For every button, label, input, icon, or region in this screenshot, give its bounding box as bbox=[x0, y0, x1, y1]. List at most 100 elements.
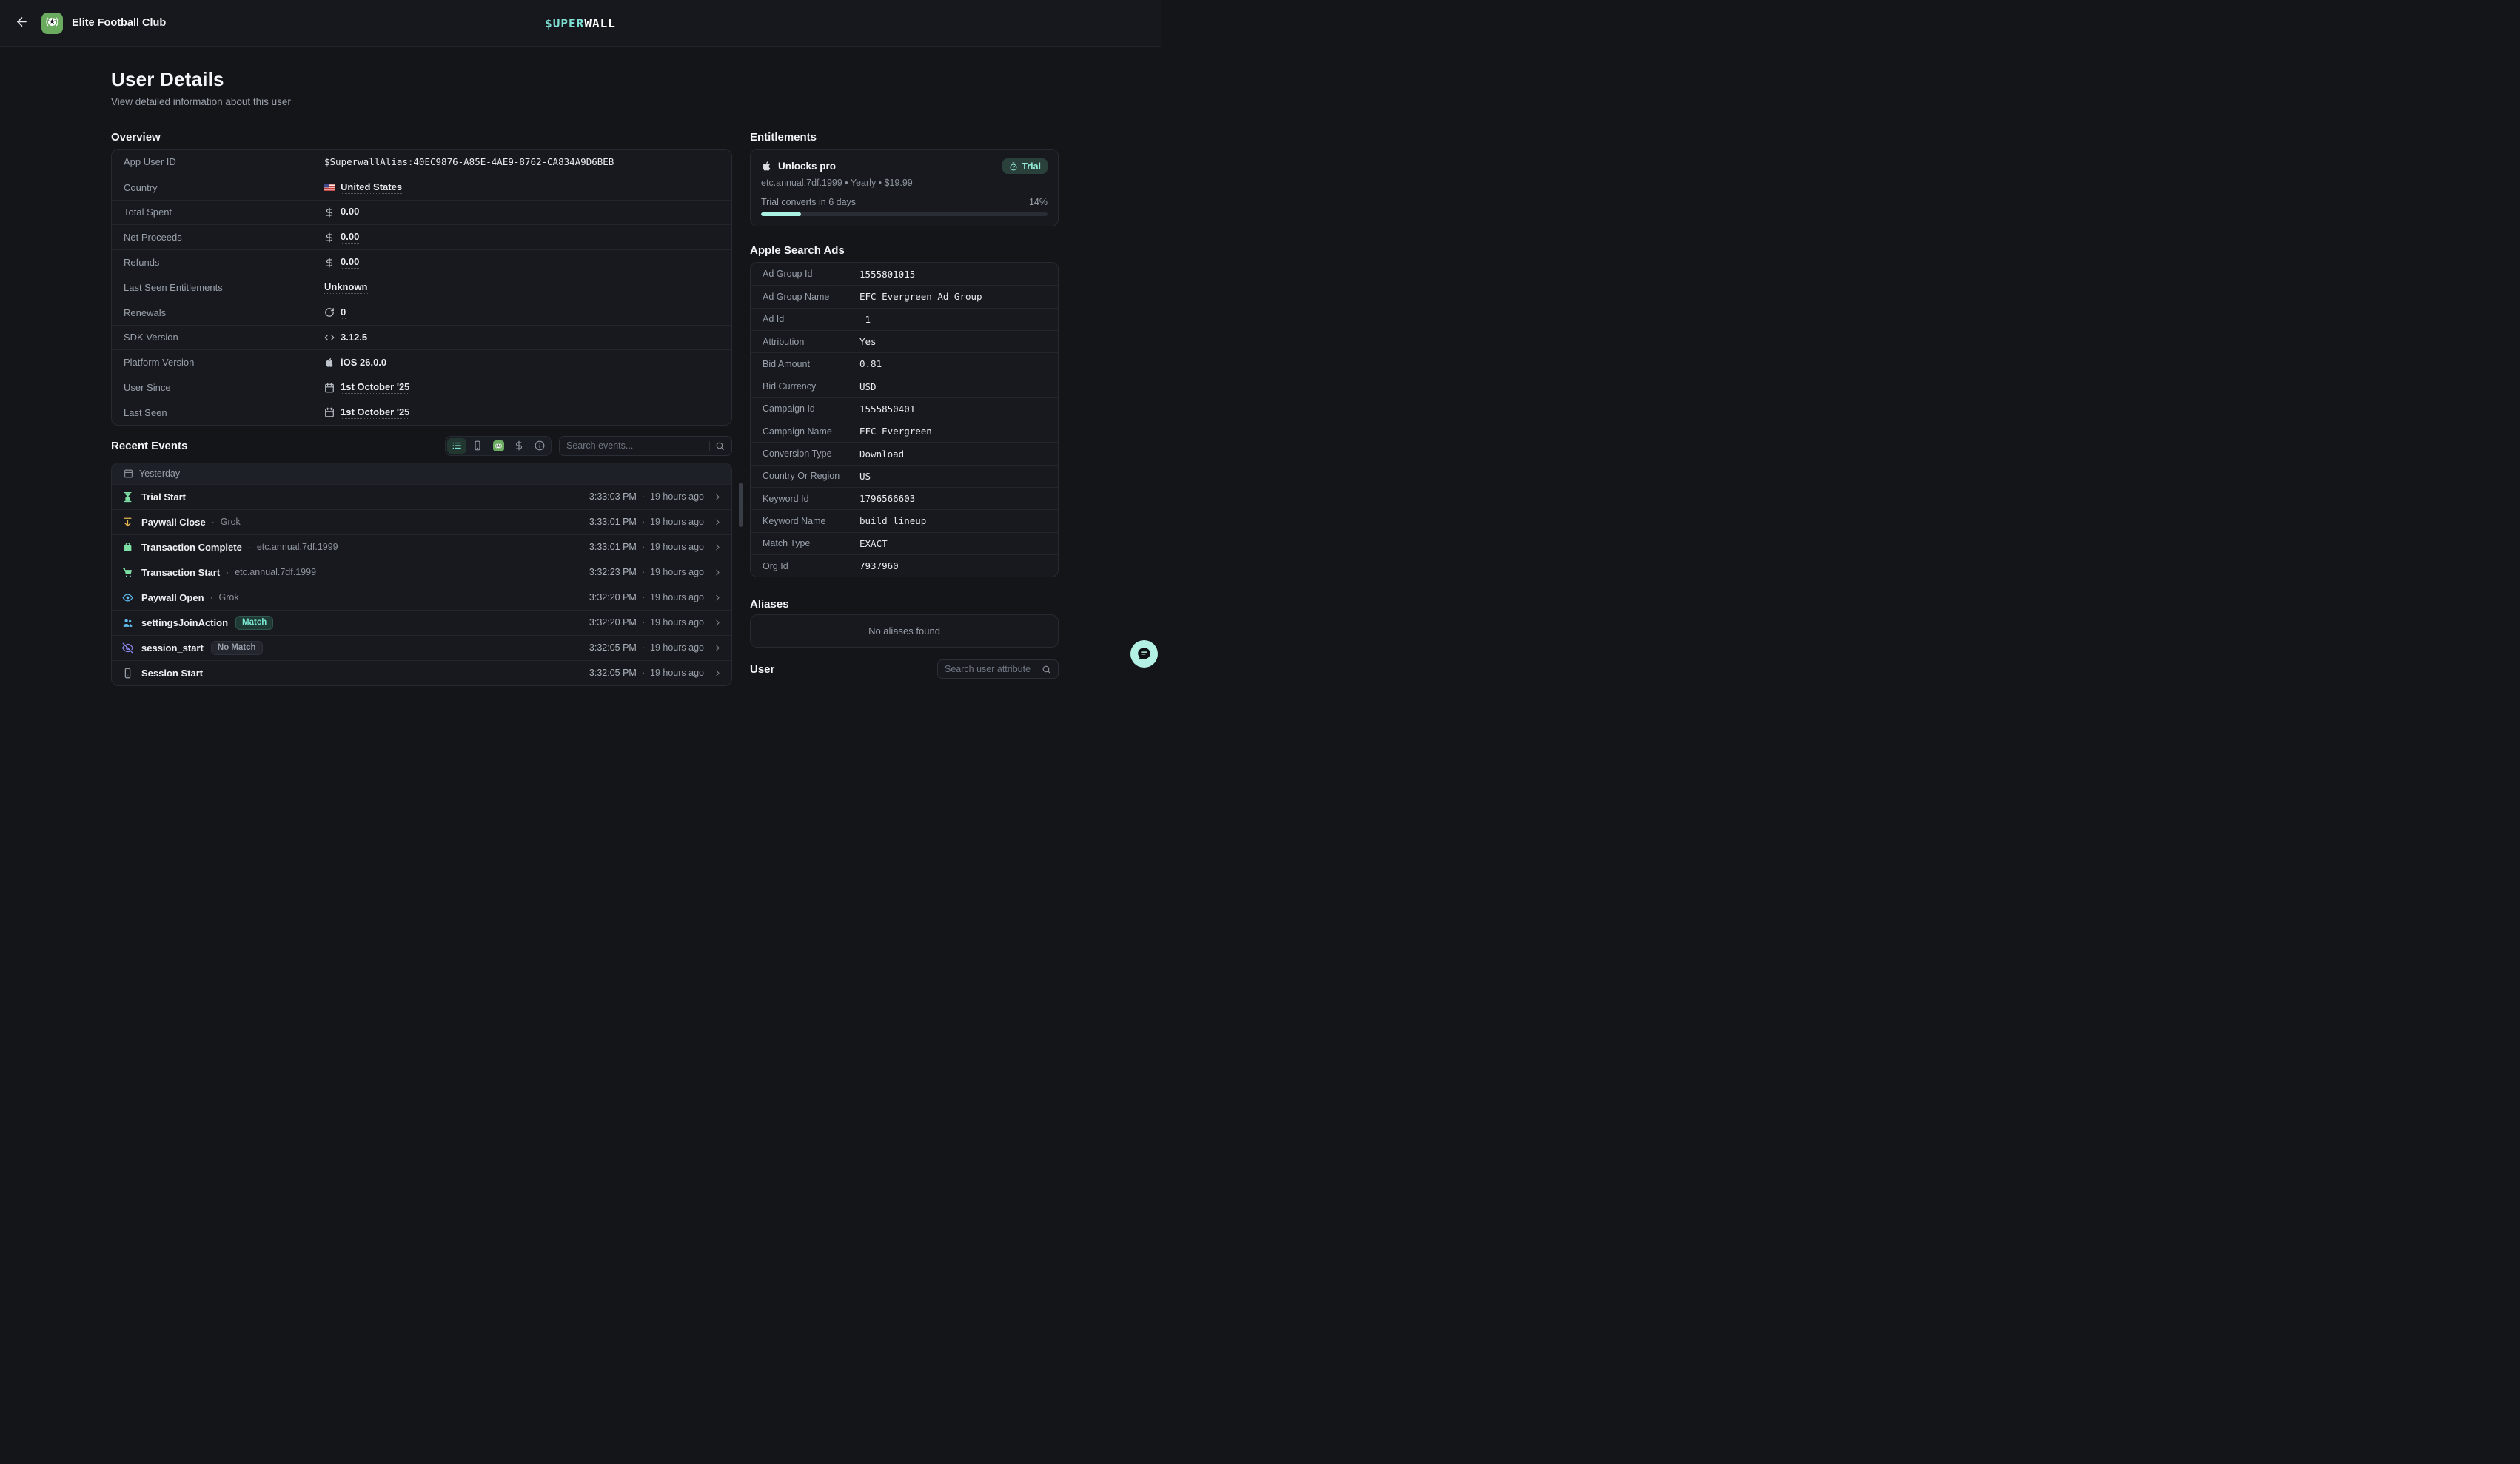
table-row: Country Or RegionUS bbox=[751, 465, 1058, 487]
event-subtitle: etc.annual.7df.1999 bbox=[257, 542, 338, 552]
trial-badge-label: Trial bbox=[1022, 161, 1041, 172]
event-name: Transaction Complete bbox=[141, 542, 242, 553]
row-value: Unknown bbox=[324, 281, 368, 294]
page-title: User Details bbox=[111, 68, 1059, 91]
events-card: Yesterday Trial Start3:33:03 PM·19 hours… bbox=[111, 463, 732, 686]
row-value-text: 1st October '25 bbox=[341, 406, 409, 419]
row-value: 1st October '25 bbox=[324, 406, 409, 419]
event-meta: 3:33:03 PM·19 hours ago bbox=[589, 491, 723, 502]
event-subtitle: Grok bbox=[219, 592, 239, 602]
main-content: User Details View detailed information a… bbox=[0, 68, 1161, 686]
table-row: Campaign NameEFC Evergreen bbox=[751, 420, 1058, 442]
row-label: Campaign Id bbox=[763, 403, 859, 414]
event-separator: · bbox=[212, 517, 215, 527]
table-row: App User ID$SuperwallAlias:40EC9876-A85E… bbox=[112, 150, 731, 175]
dollar-icon bbox=[324, 207, 335, 218]
table-row: Renewals0 bbox=[112, 300, 731, 325]
filter-list-button[interactable] bbox=[447, 438, 466, 454]
user-title: User bbox=[750, 663, 774, 676]
dot-separator: · bbox=[642, 642, 645, 653]
dollar-icon bbox=[324, 258, 335, 268]
row-label: Keyword Name bbox=[763, 516, 859, 526]
table-row: Bid CurrencyUSD bbox=[751, 375, 1058, 397]
search-divider bbox=[709, 441, 710, 451]
overview-title: Overview bbox=[111, 131, 732, 144]
search-icon bbox=[715, 441, 725, 451]
row-label: Renewals bbox=[124, 307, 324, 318]
row-value-text: 1555850401 bbox=[859, 403, 915, 414]
entitlement-card: Unlocks pro Trial etc.annual.7df.1999 • … bbox=[750, 149, 1059, 226]
entitlements-title: Entitlements bbox=[750, 131, 1059, 144]
dot-separator: · bbox=[642, 567, 645, 577]
chevron-right-icon bbox=[713, 517, 723, 527]
timer-icon bbox=[1009, 162, 1018, 171]
row-value-text: EXACT bbox=[859, 538, 888, 549]
dot-separator: · bbox=[642, 491, 645, 502]
event-time: 3:33:01 PM bbox=[589, 517, 637, 527]
event-ago: 19 hours ago bbox=[650, 642, 704, 653]
event-ago: 19 hours ago bbox=[650, 617, 704, 628]
event-time: 3:32:20 PM bbox=[589, 592, 637, 602]
event-name: Trial Start bbox=[141, 491, 186, 503]
row-value: Yes bbox=[859, 336, 877, 347]
apple-search-ads-title: Apple Search Ads bbox=[750, 244, 1059, 257]
chevron-right-icon bbox=[713, 668, 723, 678]
calendar-icon bbox=[124, 469, 133, 478]
row-value-text: Yes bbox=[859, 336, 877, 347]
table-row: Ad Group Id1555801015 bbox=[751, 263, 1058, 285]
user-attributes-search-input[interactable] bbox=[945, 664, 1031, 674]
row-label: Total Spent bbox=[124, 206, 324, 218]
table-row: Net Proceeds0.00 bbox=[112, 224, 731, 249]
apple-search-ads-table: Ad Group Id1555801015Ad Group NameEFC Ev… bbox=[750, 262, 1059, 577]
filter-dollar-button[interactable] bbox=[509, 438, 529, 454]
chat-button[interactable] bbox=[1130, 640, 1158, 668]
row-label: Keyword Id bbox=[763, 494, 859, 504]
row-value: 1796566603 bbox=[859, 493, 915, 504]
event-row[interactable]: Trial Start3:33:03 PM·19 hours ago bbox=[112, 484, 731, 509]
table-row: User Since1st October '25 bbox=[112, 375, 731, 400]
top-bar: Elite Football Club $UPERWALL bbox=[0, 0, 1161, 47]
dot-separator: · bbox=[642, 668, 645, 678]
event-row[interactable]: Transaction Complete·etc.annual.7df.1999… bbox=[112, 534, 731, 560]
event-row[interactable]: Paywall Close·Grok3:33:01 PM·19 hours ag… bbox=[112, 509, 731, 534]
us-flag-icon bbox=[324, 182, 335, 192]
events-search bbox=[559, 436, 732, 456]
row-value-text: EFC Evergreen Ad Group bbox=[859, 291, 982, 302]
filter-app-button[interactable] bbox=[489, 438, 508, 454]
event-time: 3:32:05 PM bbox=[589, 668, 637, 678]
event-row[interactable]: Paywall Open·Grok3:32:20 PM·19 hours ago bbox=[112, 585, 731, 610]
row-label: Org Id bbox=[763, 561, 859, 571]
user-section-header: User bbox=[750, 659, 1059, 679]
filter-info-button[interactable] bbox=[530, 438, 549, 454]
events-search-input[interactable] bbox=[566, 440, 704, 451]
row-value: Download bbox=[859, 449, 904, 460]
event-ago: 19 hours ago bbox=[650, 542, 704, 552]
row-label: Campaign Name bbox=[763, 426, 859, 437]
row-value-text: $SuperwallAlias:40EC9876-A85E-4AE9-8762-… bbox=[324, 156, 614, 167]
filter-phone-button[interactable] bbox=[468, 438, 487, 454]
page-subtitle: View detailed information about this use… bbox=[111, 96, 1059, 107]
chevron-right-icon bbox=[713, 593, 723, 602]
back-button[interactable] bbox=[12, 13, 31, 33]
events-group-label: Yesterday bbox=[139, 469, 180, 479]
code-icon bbox=[324, 332, 335, 343]
event-time: 3:32:05 PM bbox=[589, 642, 637, 653]
row-value-text: EFC Evergreen bbox=[859, 426, 932, 437]
event-ago: 19 hours ago bbox=[650, 491, 704, 502]
recent-events-header: Recent Events bbox=[111, 436, 732, 456]
scrollbar-thumb[interactable] bbox=[739, 483, 743, 527]
table-row: Total Spent0.00 bbox=[112, 200, 731, 225]
event-row[interactable]: Transaction Start·etc.annual.7df.19993:3… bbox=[112, 560, 731, 585]
chevron-right-icon bbox=[713, 643, 723, 653]
dot-separator: · bbox=[642, 617, 645, 628]
event-row[interactable]: session_startNo Match3:32:05 PM·19 hours… bbox=[112, 635, 731, 660]
entitlement-details: etc.annual.7df.1999 • Yearly • $19.99 bbox=[761, 178, 1048, 188]
info-icon bbox=[535, 440, 545, 451]
chevron-right-icon bbox=[713, 492, 723, 502]
row-value: build lineup bbox=[859, 515, 926, 526]
row-value: EXACT bbox=[859, 538, 888, 549]
event-name: Paywall Open bbox=[141, 592, 204, 603]
dot-separator: · bbox=[642, 517, 645, 527]
event-row[interactable]: Session Start3:32:05 PM·19 hours ago bbox=[112, 660, 731, 685]
event-row[interactable]: settingsJoinActionMatch3:32:20 PM·19 hou… bbox=[112, 610, 731, 635]
